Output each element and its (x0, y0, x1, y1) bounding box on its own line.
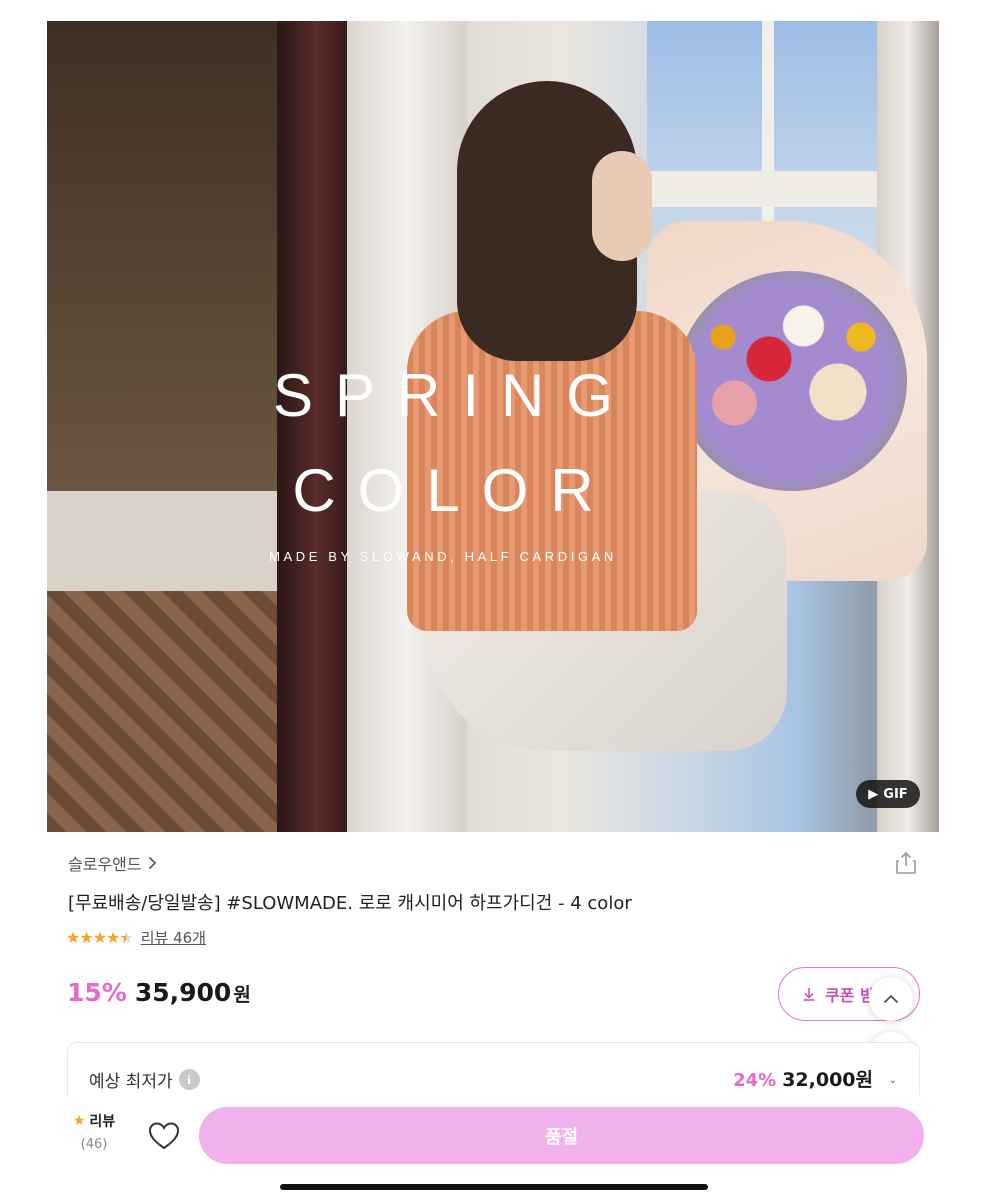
bottom-review-title: ★ 리뷰 (64, 1111, 124, 1131)
scroll-up-button[interactable] (869, 977, 913, 1021)
heart-icon[interactable] (148, 1121, 180, 1151)
product-main-image[interactable]: SPRING COLOR MADE BY SLOWAND, HALF CARDI… (47, 21, 939, 832)
share-icon[interactable] (893, 850, 919, 876)
lowest-price-value: 32,000원 (782, 1069, 873, 1091)
download-icon (803, 988, 815, 1001)
lowest-price-value-group: 24% 32,000원 (733, 1065, 873, 1092)
chevron-right-icon (148, 856, 156, 870)
rating-row: ★★★★★ 리뷰 46개 (66, 927, 206, 948)
currency-unit: 원 (233, 984, 251, 1006)
coupon-label: 쿠폰 받 (825, 986, 875, 1005)
price-row: 15% 35,900 원 (67, 978, 251, 1007)
brand-link[interactable]: 슬로우앤드 (68, 851, 157, 875)
product-title: [무료배송/당일발송] #SLOWMADE. 로로 캐시미어 하프가디건 - 4… (68, 893, 632, 914)
brand-name: 슬로우앤드 (68, 855, 142, 874)
lowest-price-label-group: 예상 최저가 i (89, 1067, 200, 1092)
bottom-review-count: (46) (80, 1137, 108, 1152)
star-icon: ★ (72, 1113, 86, 1129)
hero-model-face (592, 151, 652, 261)
star-rating: ★★★★★ (66, 928, 134, 947)
chevron-up-icon (883, 994, 899, 1004)
info-icon[interactable]: i (178, 1069, 200, 1090)
hero-chair (47, 591, 307, 832)
bottom-review-button[interactable]: ★ 리뷰 (46) (64, 1111, 124, 1152)
gif-badge-label: GIF (883, 786, 908, 802)
lowest-discount-rate: 24% (733, 1070, 777, 1091)
hero-headline-1: SPRING (272, 362, 636, 429)
bottom-review-label: 리뷰 (89, 1114, 116, 1130)
sale-price: 35,900 (134, 978, 232, 1007)
expand-chevron-icon: ⌄ (888, 1075, 897, 1086)
discount-rate: 15% (67, 978, 127, 1007)
lowest-price-label: 예상 최저가 (89, 1072, 173, 1092)
soldout-button[interactable]: 품절 (199, 1107, 924, 1164)
gif-badge[interactable]: ▶ GIF (856, 780, 920, 808)
play-icon: ▶ (868, 786, 879, 802)
hero-headline-2: COLOR (292, 457, 616, 524)
home-indicator[interactable] (280, 1184, 708, 1190)
review-count-link[interactable]: 리뷰 46개 (141, 927, 206, 948)
hero-subline: MADE BY SLOWAND, HALF CARDIGAN (269, 549, 617, 564)
